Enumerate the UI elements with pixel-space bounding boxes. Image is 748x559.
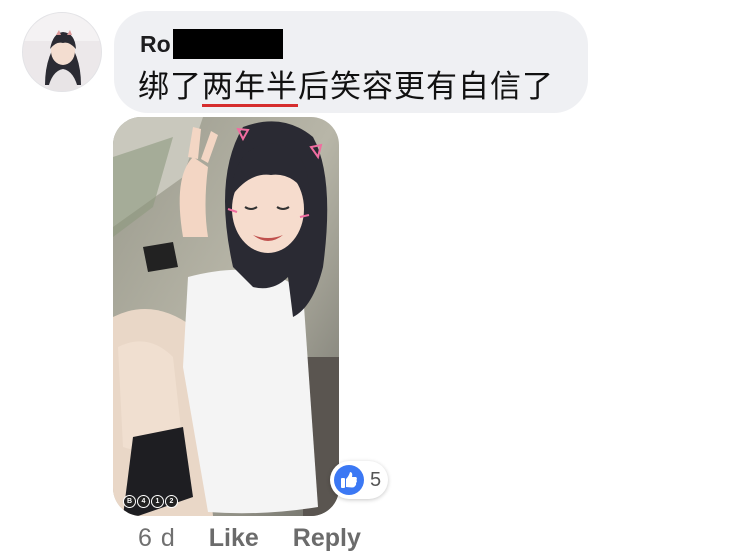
redaction-bar <box>172 29 283 59</box>
avatar-image <box>23 13 101 91</box>
comment-actions: 6 d Like Reply <box>138 522 361 554</box>
reply-button[interactable]: Reply <box>293 524 361 553</box>
comment-author[interactable]: Ro <box>140 29 283 59</box>
avatar[interactable] <box>22 12 102 92</box>
comment-text-end: 后笑容更有自信了 <box>298 69 554 105</box>
reaction-count: 5 <box>370 468 382 491</box>
watermark-char: 1 <box>151 495 164 508</box>
selfie-image <box>113 117 339 516</box>
comment-text-highlight: 两年半 <box>202 69 298 105</box>
watermark-char: B <box>123 495 136 508</box>
comment-photo[interactable]: B 4 1 2 <box>113 117 339 516</box>
like-button[interactable]: Like <box>209 524 259 553</box>
author-name[interactable]: Ro <box>140 31 171 58</box>
reaction-badge[interactable]: 5 <box>330 461 388 499</box>
like-icon <box>334 465 364 495</box>
watermark-char: 2 <box>165 495 178 508</box>
watermark-char: 4 <box>137 495 150 508</box>
photo-watermark: B 4 1 2 <box>123 495 178 508</box>
comment-text: 绑了两年半后笑容更有自信了 <box>138 61 554 106</box>
comment-text-start: 绑了 <box>138 69 202 105</box>
comment-timestamp[interactable]: 6 d <box>138 524 176 553</box>
comment-bubble: Ro 绑了两年半后笑容更有自信了 <box>114 11 588 113</box>
